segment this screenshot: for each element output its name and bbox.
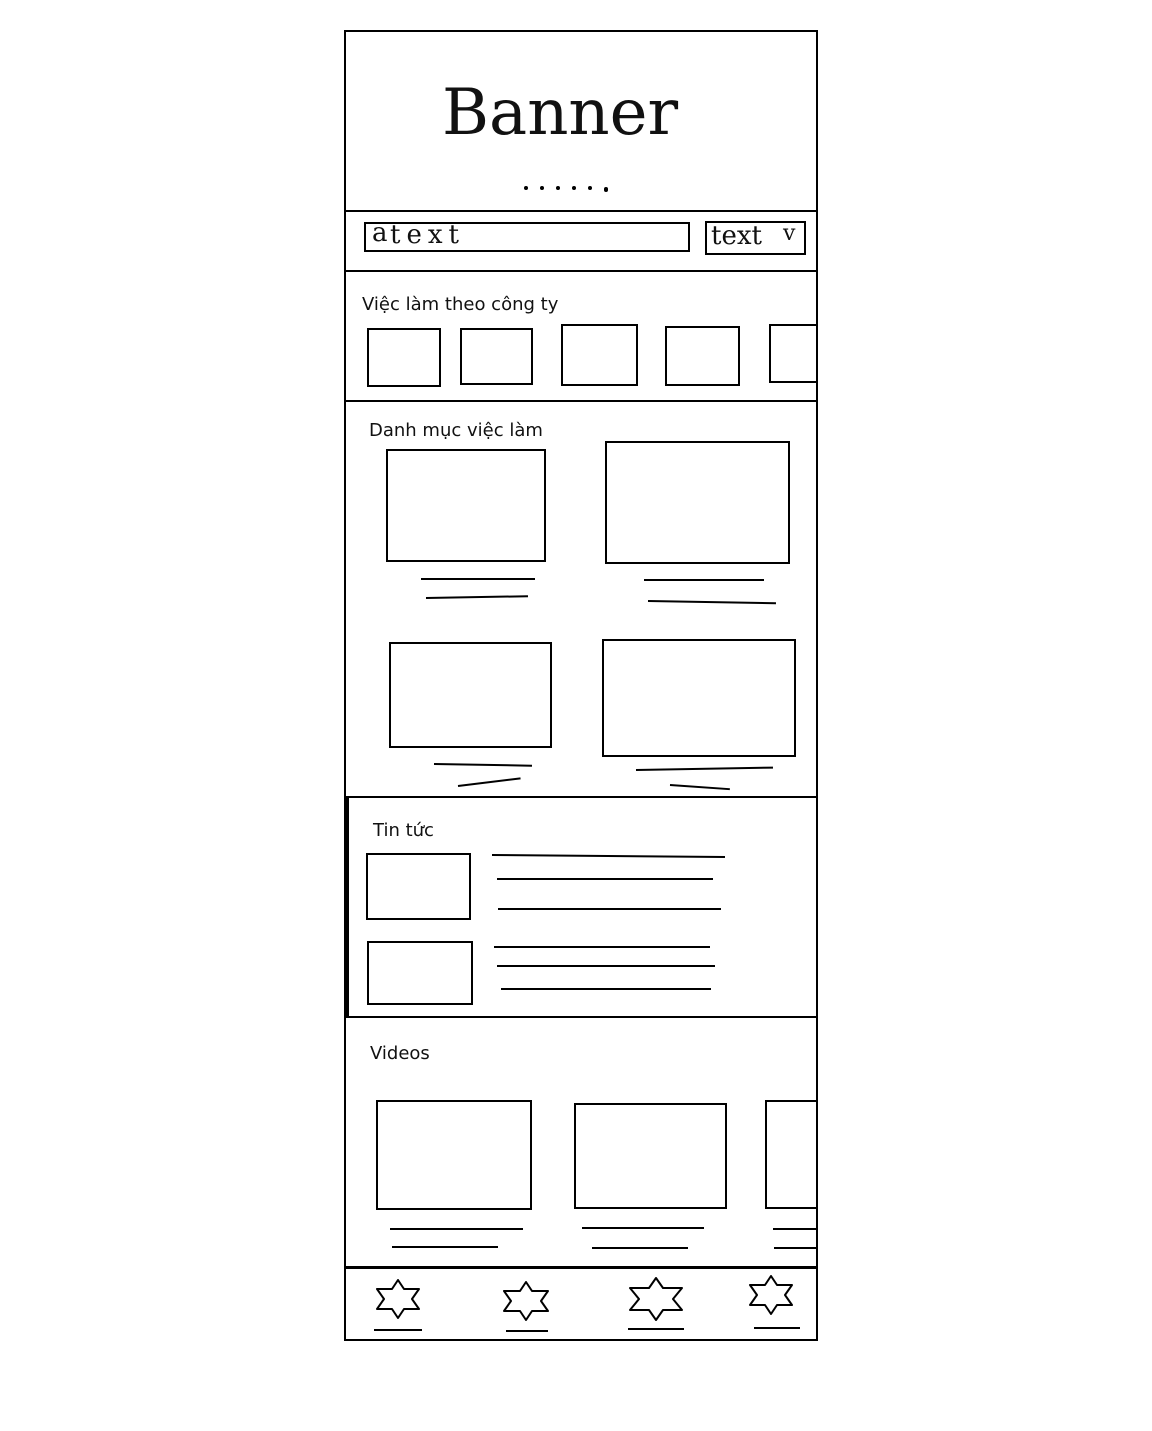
carousel-dot[interactable] <box>572 186 576 190</box>
divider <box>346 796 816 798</box>
category-card[interactable] <box>602 639 796 757</box>
section-title-news: Tin tức <box>373 820 434 841</box>
news-text-line <box>498 908 721 910</box>
category-card[interactable] <box>389 642 552 748</box>
carousel-dot[interactable] <box>524 186 528 190</box>
category-caption <box>644 579 764 581</box>
video-caption <box>390 1228 523 1230</box>
divider <box>346 400 816 402</box>
search-icon: a <box>372 218 388 248</box>
nav-item-label <box>374 1329 422 1331</box>
nav-item-label <box>506 1330 548 1332</box>
category-card[interactable] <box>386 449 546 562</box>
video-thumbnail[interactable] <box>574 1103 727 1209</box>
nav-item[interactable] <box>500 1271 556 1333</box>
section-title-videos: Videos <box>370 1043 430 1064</box>
carousel-dot[interactable] <box>604 187 608 192</box>
category-caption <box>647 600 776 605</box>
search-input-value: text <box>390 220 465 250</box>
star-icon <box>749 1275 793 1315</box>
company-card[interactable] <box>769 324 816 383</box>
section-title-categories: Danh mục việc làm <box>369 420 543 441</box>
bottom-nav <box>346 1269 816 1339</box>
company-card[interactable] <box>665 326 740 386</box>
carousel-dot[interactable] <box>556 186 560 190</box>
nav-item[interactable] <box>370 1271 426 1333</box>
divider <box>346 1016 816 1018</box>
category-caption <box>669 784 730 791</box>
chevron-down-icon: v <box>783 221 796 246</box>
news-thumbnail[interactable] <box>367 941 473 1005</box>
news-text-line <box>491 854 725 859</box>
filter-dropdown-value: text <box>711 221 762 251</box>
search-input[interactable]: a text <box>364 218 690 252</box>
section-title-companies: Việc làm theo công ty <box>362 294 559 315</box>
video-thumbnail[interactable] <box>765 1100 816 1209</box>
category-caption <box>635 766 773 771</box>
carousel-dot[interactable] <box>588 186 592 190</box>
category-caption <box>433 763 533 767</box>
divider <box>346 270 816 272</box>
banner-label: Banner <box>442 76 679 150</box>
star-icon <box>503 1281 549 1321</box>
category-card[interactable] <box>605 441 790 564</box>
news-text-line <box>494 946 710 948</box>
nav-item-label <box>754 1327 800 1329</box>
carousel-dot[interactable] <box>540 186 544 190</box>
star-icon <box>629 1277 683 1321</box>
divider <box>346 210 816 212</box>
nav-item[interactable] <box>746 1271 802 1333</box>
video-caption <box>392 1246 498 1248</box>
news-thumbnail[interactable] <box>366 853 471 920</box>
video-caption <box>592 1247 688 1249</box>
video-caption <box>774 1247 816 1249</box>
nav-item-label <box>628 1328 684 1330</box>
star-icon <box>376 1279 420 1319</box>
category-caption <box>421 578 535 580</box>
news-left-edge <box>346 796 349 1018</box>
video-caption <box>773 1228 816 1230</box>
news-text-line <box>501 988 711 990</box>
mobile-screen: Banner a text text v Việc làm theo công … <box>344 30 818 1341</box>
carousel-dots[interactable] <box>524 184 624 192</box>
news-text-line <box>497 878 713 880</box>
news-text-line <box>497 965 715 967</box>
company-card[interactable] <box>460 328 533 385</box>
category-caption <box>457 777 521 787</box>
video-thumbnail[interactable] <box>376 1100 532 1210</box>
company-card[interactable] <box>367 328 441 387</box>
filter-dropdown[interactable]: text v <box>705 221 806 255</box>
company-card[interactable] <box>561 324 638 386</box>
banner[interactable]: Banner <box>346 32 816 210</box>
category-caption <box>425 595 529 599</box>
nav-item[interactable] <box>626 1271 688 1333</box>
video-caption <box>582 1227 704 1229</box>
